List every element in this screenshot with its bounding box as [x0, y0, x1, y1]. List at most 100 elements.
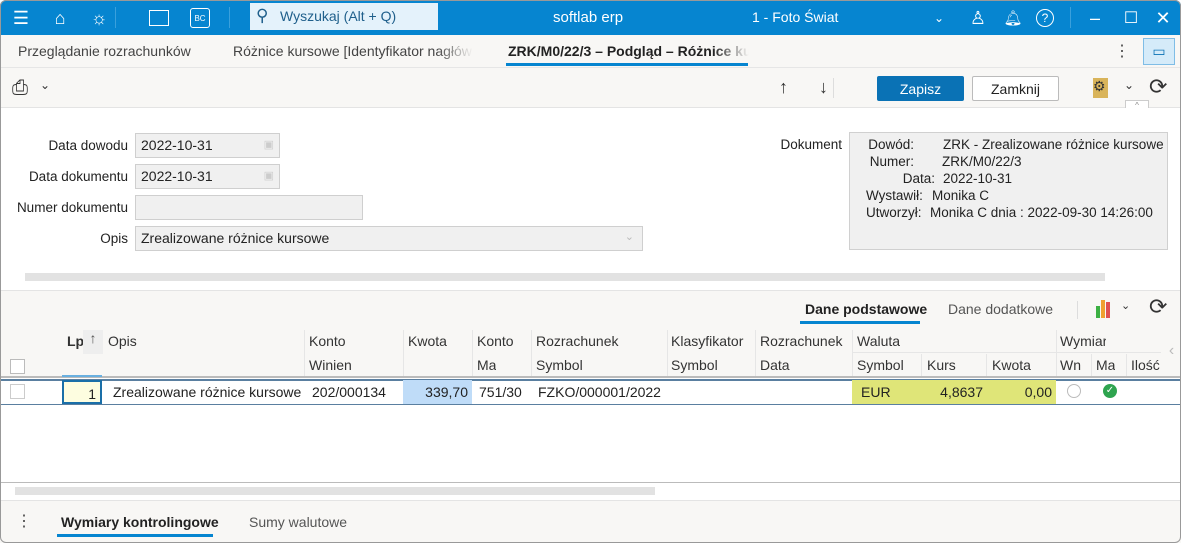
settings-warning-icon[interactable]: ⚙ [1093, 78, 1108, 98]
home-icon[interactable]: ⌂ [49, 7, 71, 29]
column-header-kwota[interactable]: Kwota [408, 333, 447, 349]
chevron-down-icon: ⌄ [624, 231, 634, 243]
maximize-icon[interactable]: ☐ [1120, 7, 1142, 29]
column-header-ma[interactable]: Ma [1096, 357, 1115, 373]
chevron-down-icon[interactable]: ⌄ [928, 7, 950, 29]
calendar-icon[interactable]: ▣ [264, 138, 274, 151]
column-header-rozrachunek-data[interactable]: Rozrachunek [760, 333, 843, 349]
close-icon[interactable]: ✕ [1152, 7, 1174, 29]
column-header-waluta-kwota[interactable]: Kwota [992, 357, 1031, 373]
divider [852, 352, 1161, 353]
column-header-sub: Symbol [536, 357, 583, 373]
tab-dane-podstawowe[interactable]: Dane podstawowe [805, 301, 927, 317]
cell-rozrachunek-symbol[interactable]: FZKO/000001/2022 [538, 380, 661, 404]
chart-icon[interactable] [1096, 298, 1116, 318]
scroll-left-icon[interactable]: ‹ [1162, 330, 1181, 376]
tab-sumy-walutowe[interactable]: Sumy walutowe [249, 514, 347, 530]
chevron-down-icon[interactable]: ⌄ [1124, 78, 1134, 92]
lightbulb-icon[interactable]: ☼ [88, 7, 110, 29]
document-info-panel: Dowód: ZRK - Zrealizowane różnice kursowe… [849, 132, 1168, 250]
cell-kwota[interactable]: 339,70 [403, 380, 472, 404]
cell-konto-winien[interactable]: 202/000134 [312, 380, 386, 404]
divider [229, 7, 230, 28]
data-dowodu-label: Data dowodu [48, 138, 128, 153]
more-options-icon[interactable]: ⋮ [1114, 41, 1130, 61]
cell-kurs[interactable]: 4,8637 [921, 380, 983, 404]
column-header-lp[interactable]: Lp [67, 333, 84, 349]
save-button[interactable]: Zapisz [877, 76, 964, 101]
dokument-label: Dokument [780, 137, 842, 152]
refresh-icon[interactable]: ⟳ [1149, 294, 1167, 320]
tab-roznice-kursowe[interactable]: Różnice kursowe [Identyfikator nagłów [233, 43, 473, 59]
opis-select[interactable]: Zrealizowane różnice kursowe ⌄ [135, 226, 643, 251]
search-placeholder: Wyszukaj (Alt + Q) [280, 8, 397, 24]
chevron-down-icon[interactable]: ⌄ [40, 78, 50, 92]
bc-icon[interactable]: BC [189, 7, 211, 29]
printer-icon[interactable]: ⎙ [12, 77, 28, 100]
cell-waluta-kwota[interactable]: 0,00 [986, 380, 1052, 404]
refresh-icon[interactable]: ⟳ [1149, 74, 1167, 100]
comment-icon[interactable]: ▭ [1143, 38, 1175, 65]
user-icon[interactable]: ♙ [967, 7, 989, 29]
chevron-down-icon[interactable]: ⌄ [1121, 299, 1130, 312]
form-horizontal-scrollbar[interactable] [25, 273, 1105, 281]
numer-dokumentu-label: Numer dokumentu [16, 200, 128, 215]
cell-lp[interactable]: 1 [62, 380, 102, 404]
hamburger-menu-icon[interactable]: ☰ [10, 7, 32, 29]
column-header-waluta-symbol[interactable]: Symbol [857, 357, 904, 373]
active-tab-indicator [800, 321, 920, 324]
data-dowodu-field[interactable]: 2022-10-31 ▣ [135, 133, 280, 158]
calendar-icon[interactable]: ▣ [264, 169, 274, 182]
column-header-wn[interactable]: Wn [1060, 357, 1081, 373]
divider [1077, 301, 1078, 319]
numer-value: ZRK/M0/22/3 [942, 154, 1022, 169]
company-selector[interactable]: 1 - Foto Świat [752, 9, 838, 25]
toolbar: ⎙ ⌄ ↑ ↓ Zapisz Zamknij ⚙ ⌄ ⟳ ^ [0, 68, 1181, 110]
column-header-konto-ma[interactable]: Konto [477, 333, 514, 349]
column-header-ilosc[interactable]: Ilość [1131, 357, 1161, 373]
column-group-wymiar: Wymiar [1060, 333, 1106, 349]
numer-key: Numer: [869, 154, 914, 169]
row-checkbox[interactable] [10, 384, 25, 399]
app-name: softlab erp [553, 9, 624, 26]
minimize-icon[interactable]: – [1084, 7, 1106, 29]
divider [833, 78, 834, 98]
divider [115, 7, 116, 28]
select-all-checkbox[interactable] [10, 359, 25, 374]
cell-opis[interactable]: Zrealizowane różnice kursowe [113, 380, 301, 404]
cell-waluta-symbol[interactable]: EUR [861, 380, 891, 404]
tab-dane-dodatkowe[interactable]: Dane dodatkowe [948, 301, 1053, 317]
column-group-waluta: Waluta [857, 333, 901, 349]
tab-przegladanie-rozrachunkow[interactable]: Przeglądanie rozrachunków [18, 43, 208, 59]
help-icon[interactable]: ? [1036, 9, 1054, 27]
data-dokumentu-field[interactable]: 2022-10-31 ▣ [135, 164, 280, 189]
more-options-icon[interactable]: ⋮ [16, 511, 32, 531]
opis-label: Opis [100, 231, 128, 246]
cell-konto-ma[interactable]: 751/30 [479, 380, 522, 404]
data-key: Data: [902, 171, 935, 186]
search-input[interactable]: ⚲ Wyszukaj (Alt + Q) [250, 3, 438, 30]
column-header-sub: Symbol [671, 357, 718, 373]
tab-wymiary-kontrolingowe[interactable]: Wymiary kontrolingowe [61, 514, 219, 530]
utworzyl-key: Utworzył: [866, 205, 922, 220]
close-button[interactable]: Zamknij [972, 76, 1059, 101]
arrow-down-icon[interactable]: ↓ [819, 77, 828, 98]
wn-radio[interactable] [1067, 384, 1081, 398]
bell-icon[interactable]: 🔔︎ [1002, 7, 1024, 29]
ma-check-icon[interactable]: ✓ [1103, 384, 1117, 398]
collapse-icon[interactable]: ^ [1125, 100, 1149, 110]
column-header-kurs[interactable]: Kurs [927, 357, 956, 373]
arrow-up-icon[interactable]: ↑ [779, 77, 788, 98]
numer-dokumentu-field[interactable] [135, 195, 363, 220]
tab-zrk-podglad[interactable]: ZRK/M0/22/3 – Podgląd – Różnice kurs [508, 43, 749, 59]
news-icon[interactable] [148, 7, 170, 29]
grid-horizontal-scrollbar[interactable] [15, 487, 655, 495]
sort-ascending-icon[interactable]: ↑ [83, 330, 103, 354]
data-dokumentu-label: Data dokumentu [28, 169, 128, 184]
wystawil-key: Wystawił: [866, 188, 923, 203]
column-header-opis[interactable]: Opis [108, 333, 137, 349]
column-header-konto-winien[interactable]: Konto [309, 333, 346, 349]
column-header-rozrachunek-symbol[interactable]: Rozrachunek [536, 333, 619, 349]
column-header-klasyfikator[interactable]: Klasyfikator [671, 333, 753, 349]
column-header-sub: Ma [477, 357, 497, 373]
